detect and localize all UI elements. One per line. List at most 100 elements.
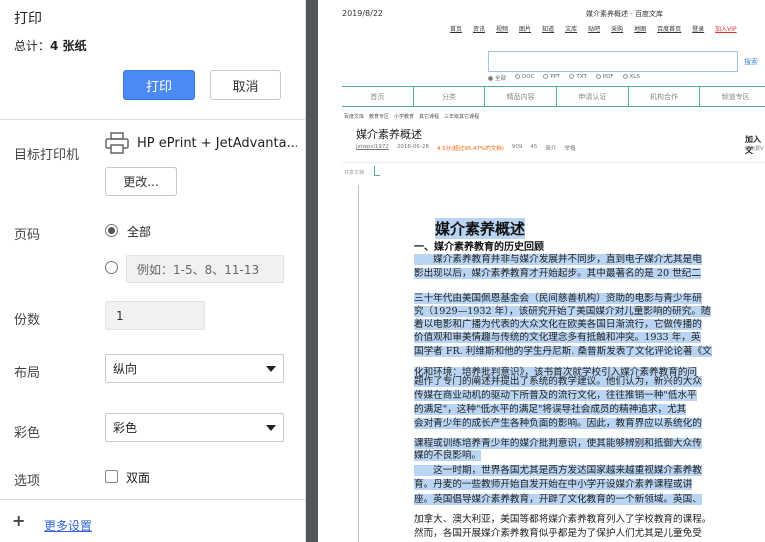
- category-item: 频道专区: [700, 87, 765, 106]
- pages-label: 页码: [14, 228, 41, 243]
- category-item: 分类: [414, 87, 486, 106]
- top-nav-item: 资讯: [473, 26, 486, 33]
- chevron-down-icon: [266, 425, 276, 431]
- total-value: 4 张纸: [50, 39, 87, 53]
- bookmark-icon: [374, 166, 380, 176]
- filter-item: 全部: [488, 74, 506, 82]
- copies-label: 份数: [14, 313, 41, 328]
- top-nav-item: 采购: [611, 26, 624, 33]
- article-line: 媒的不良影响。: [414, 450, 482, 461]
- divider: [358, 185, 359, 542]
- change-printer-button[interactable]: 更改...: [105, 167, 177, 196]
- layout-value: 纵向: [113, 362, 138, 376]
- top-nav-item: 视频: [496, 26, 509, 33]
- share-label: 共享文档: [344, 170, 365, 176]
- article-line: 影出现以后，媒介素养教育才开始起步。其中最著名的是 20 世纪二: [414, 268, 701, 279]
- article-line: 三十年代由美国佩恩基金会（民间慈善机构）资助的电影与青少年研: [414, 293, 702, 304]
- two-sided-label: 双面: [126, 471, 151, 485]
- doc-report: 举报: [564, 146, 576, 152]
- article-line: 然而，各国开展媒介素养教育似乎都是为了保护人们尤其是儿童免受: [414, 528, 702, 539]
- two-sided-checkbox[interactable]: [105, 470, 118, 483]
- category-nav: 首页 分类 精品内容 申请认证 机构合作 频道专区: [342, 86, 765, 107]
- header-title: 媒介素养概述 - 百度文库: [586, 10, 663, 18]
- cancel-button[interactable]: 取消: [210, 70, 281, 100]
- article-line: 媒介素养教育并非与媒介发展并不同步，直到电子媒介尤其是电: [414, 254, 702, 265]
- category-item: 首页: [342, 87, 414, 106]
- doc-title: 媒介素养概述: [356, 128, 422, 141]
- doc-date: 2018-06-28: [396, 144, 429, 150]
- article-line: 国学者 FR. 利维斯和他的学生丹尼斯. 桑普斯发表了文化评论论著《文: [414, 346, 712, 357]
- doc-meta: jstwpsl1972 2018-06-28 4.5分(超过95.47%的文档)…: [356, 144, 575, 152]
- divider: [342, 162, 765, 163]
- header-date: 2019/8/22: [342, 9, 384, 18]
- pages-custom-radio[interactable]: [105, 261, 118, 274]
- chevron-down-icon: [266, 366, 276, 372]
- copies-input[interactable]: 1: [105, 301, 205, 330]
- filter-item: TXT: [569, 74, 587, 82]
- article-line: 究（1929—1932 年），该研究开始了美国媒介对儿童影响的研究。随: [414, 306, 711, 317]
- printer-name: HP ePrint + JetAdvanta...: [137, 136, 297, 151]
- filter-item: XLS: [622, 74, 640, 82]
- preview-search-button: 搜索: [744, 58, 758, 66]
- total-label: 总计：: [14, 39, 51, 53]
- panel-title: 打印: [14, 11, 42, 27]
- filter-item: PDF: [595, 74, 614, 82]
- more-settings-row[interactable]: + 更多设置: [0, 500, 305, 542]
- pages-all-radio[interactable]: [105, 224, 118, 237]
- top-nav-item: 加入VIP: [715, 26, 737, 33]
- printer-icon: [105, 132, 129, 154]
- breadcrumb: 百度文库 教育专区 小学教育 其它课程 三年级其它课程: [344, 113, 479, 120]
- sheet-total: 总计：4 张纸: [14, 37, 87, 54]
- search-filters: 全部 DOC PPT TXT PDF XLS: [488, 74, 640, 82]
- pages-custom-input[interactable]: 例如：1-5、8、11-13: [126, 255, 284, 283]
- top-nav-item: 知道: [542, 26, 555, 33]
- join-subtitle: 送免费V: [745, 146, 764, 152]
- top-nav-item: 百度首页: [657, 26, 682, 33]
- article-line: 着以电影和广播为代表的大众文化在欧美各国日渐流行，它做传播的: [414, 319, 702, 330]
- filter-item: PPT: [543, 74, 560, 82]
- top-nav: 首页 资讯 视频 图片 知道 文库 贴吧 采购 地图 百度首页 登录 加入VIP: [450, 24, 748, 33]
- breadcrumb-item: 其它课程: [419, 114, 440, 120]
- doc-downloads: 45: [530, 144, 538, 150]
- article-line: 加拿大、澳大利亚，美国等都将媒介素养教育列入了学校教育的课程。: [414, 514, 712, 525]
- print-settings-panel: 打印 总计：4 张纸 打印 取消 目标打印机 HP ePrint + JetAd…: [0, 0, 306, 542]
- article-subheading: 一、媒介素养教育的历史回顾: [414, 238, 544, 253]
- doc-intro: 简介: [545, 146, 557, 152]
- doc-author: jstwpsl1972: [356, 144, 389, 150]
- print-button[interactable]: 打印: [123, 70, 195, 100]
- color-value: 彩色: [113, 421, 138, 435]
- divider: [0, 119, 305, 120]
- top-nav-item: 首页: [450, 26, 463, 33]
- layout-select[interactable]: 纵向: [105, 354, 284, 383]
- print-preview[interactable]: 2019/8/22 媒介素养概述 - 百度文库 首页 资讯 视频 图片 知道 文…: [306, 0, 765, 542]
- article-line: 传媒在商业动机的驱动下所普及的流行文化，往往推销一种"低水平: [414, 390, 697, 401]
- options-label: 选项: [14, 474, 41, 489]
- category-item: 申请认证: [557, 87, 629, 106]
- destination-label: 目标打印机: [14, 148, 80, 163]
- article-line: 育。丹麦的一些教师开始自发开始在中小学开设媒介素养课程或讲: [414, 479, 693, 490]
- color-select[interactable]: 彩色: [105, 413, 284, 442]
- top-nav-item: 登录: [692, 26, 705, 33]
- breadcrumb-item: 百度文库: [344, 114, 365, 120]
- category-item: 精品内容: [485, 87, 558, 106]
- more-settings-link[interactable]: 更多设置: [44, 517, 92, 534]
- pages-all-label: 全部: [127, 225, 152, 239]
- category-item: 机构合作: [629, 87, 701, 106]
- article-heading: 媒介素养概述: [435, 218, 526, 239]
- breadcrumb-item: 小学教育: [394, 114, 415, 120]
- plus-icon: +: [12, 511, 26, 530]
- top-nav-item: 地图: [634, 26, 647, 33]
- breadcrumb-item: 教育专区: [369, 114, 390, 120]
- filter-item: DOC: [515, 74, 534, 82]
- article-line: 题作了专门的阐述并提出了系统的教学建议。他们认为，新兴的大众: [414, 376, 702, 387]
- color-label: 彩色: [14, 426, 41, 441]
- article-line: 价值观和审美情趣与传统的文化理念多有抵触和冲突。1933 年，英: [414, 332, 701, 343]
- article-line: 的满足"，这种"低水平的满足"将误导社会成员的精神追求，尤其: [414, 404, 687, 415]
- breadcrumb-item: 三年级其它课程: [444, 114, 480, 120]
- layout-label: 布局: [14, 366, 41, 381]
- doc-score: 4.5分(超过95.47%的文档): [436, 146, 504, 152]
- top-nav-item: 贴吧: [588, 26, 601, 33]
- article-line: 会对青少年的成长产生各种负面的影响。因此，教育界应以系统化的: [414, 418, 702, 429]
- doc-views: 909: [511, 144, 523, 150]
- preview-search-box: [488, 51, 738, 72]
